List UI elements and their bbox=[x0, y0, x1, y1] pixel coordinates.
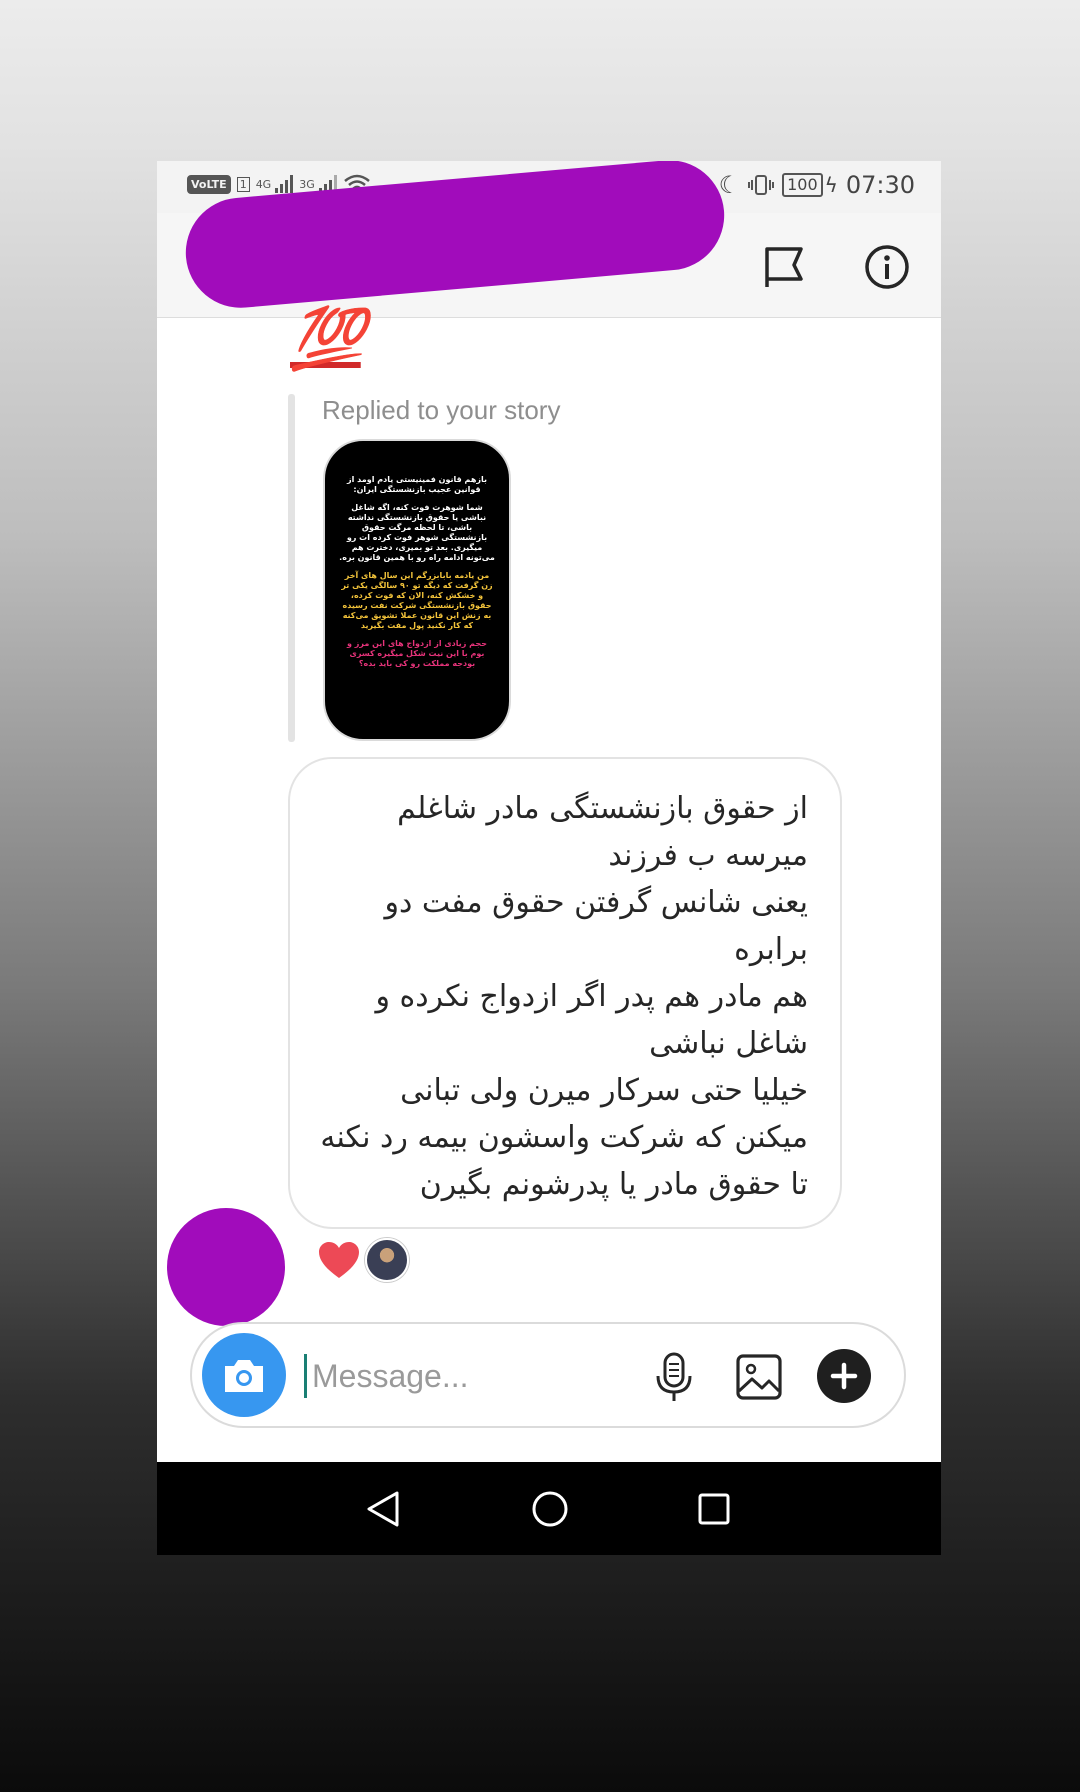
more-options-button[interactable] bbox=[817, 1349, 871, 1403]
signal-icon bbox=[275, 175, 294, 193]
plus-icon bbox=[830, 1362, 858, 1390]
message-line: شاغل نباشی bbox=[649, 1026, 808, 1061]
message-line: از حقوق بازنشستگی مادر شاغلم bbox=[397, 791, 808, 826]
story-text-1: بازهم قانون فمینیستی یادم اومد از قوانین… bbox=[347, 475, 487, 494]
android-nav-bar bbox=[157, 1462, 941, 1555]
volte-badge: VoLTE bbox=[187, 174, 231, 194]
charging-icon: ϟ bbox=[824, 173, 838, 197]
reply-label: Replied to your story bbox=[322, 395, 561, 425]
message-line: میرسه ب فرزند bbox=[608, 838, 808, 873]
info-icon[interactable] bbox=[863, 243, 911, 291]
camera-button[interactable] bbox=[202, 1333, 286, 1417]
message-line: هم مادر هم پدر اگر ازدواج نکرده و bbox=[375, 979, 808, 1014]
network-type-1: 4G bbox=[255, 177, 272, 191]
gallery-icon[interactable] bbox=[735, 1353, 783, 1401]
network-type-2: 3G bbox=[299, 177, 315, 191]
message-line: تا حقوق مادر یا پدرشونم بگیرن bbox=[419, 1167, 808, 1202]
emoji-message[interactable]: 💯 bbox=[290, 303, 365, 374]
heart-icon bbox=[319, 1242, 359, 1278]
camera-icon bbox=[225, 1360, 263, 1392]
reactor-avatar bbox=[365, 1238, 409, 1282]
sim-slot-badge: 1 bbox=[236, 176, 250, 192]
story-text-2: شما شوهرت فوت کنه، اگه شاغل نباشی یا حقو… bbox=[339, 503, 495, 562]
reply-indicator-bar bbox=[288, 394, 295, 742]
message-line: یعنی شانس گرفتن حقوق مفت دو bbox=[384, 885, 808, 920]
text-caret bbox=[304, 1354, 307, 1398]
status-right: ☾ 100 ϟ 07:30 bbox=[719, 171, 915, 199]
redaction-mark-avatar bbox=[167, 1208, 285, 1326]
story-text-4: حجم زیادی از ازدواج های این مرز و بوم با… bbox=[347, 639, 487, 668]
message-reactions[interactable] bbox=[317, 1238, 409, 1282]
story-text-3: من یادمه بابابزرگم این سال های آخر زن گر… bbox=[341, 571, 493, 630]
vibrate-icon bbox=[748, 175, 775, 195]
phone-screen: VoLTE 1 4G 3G ☾ 100 ϟ 07:30 💯 Replied to… bbox=[157, 161, 941, 1555]
flag-icon[interactable] bbox=[762, 245, 806, 289]
message-line: خیلیا حتی سرکار میرن ولی تبانی bbox=[400, 1073, 808, 1108]
message-line: میکنن که شرکت واسشون بیمه رد نکنه bbox=[320, 1120, 808, 1155]
moon-icon: ☾ bbox=[718, 171, 741, 199]
message-line: برابره bbox=[734, 932, 808, 967]
recent-apps-icon[interactable] bbox=[697, 1492, 731, 1526]
battery-level: 100 bbox=[782, 173, 823, 197]
message-composer bbox=[190, 1322, 906, 1428]
home-icon[interactable] bbox=[530, 1489, 570, 1529]
back-icon[interactable] bbox=[365, 1490, 401, 1528]
story-preview[interactable]: بازهم قانون فمینیستی یادم اومد از قوانین… bbox=[323, 439, 511, 741]
clock: 07:30 bbox=[845, 171, 915, 199]
message-input[interactable] bbox=[310, 1352, 644, 1400]
mic-icon[interactable] bbox=[652, 1352, 696, 1404]
message-bubble[interactable]: از حقوق بازنشستگی مادر شاغلم میرسه ب فرز… bbox=[288, 757, 842, 1229]
